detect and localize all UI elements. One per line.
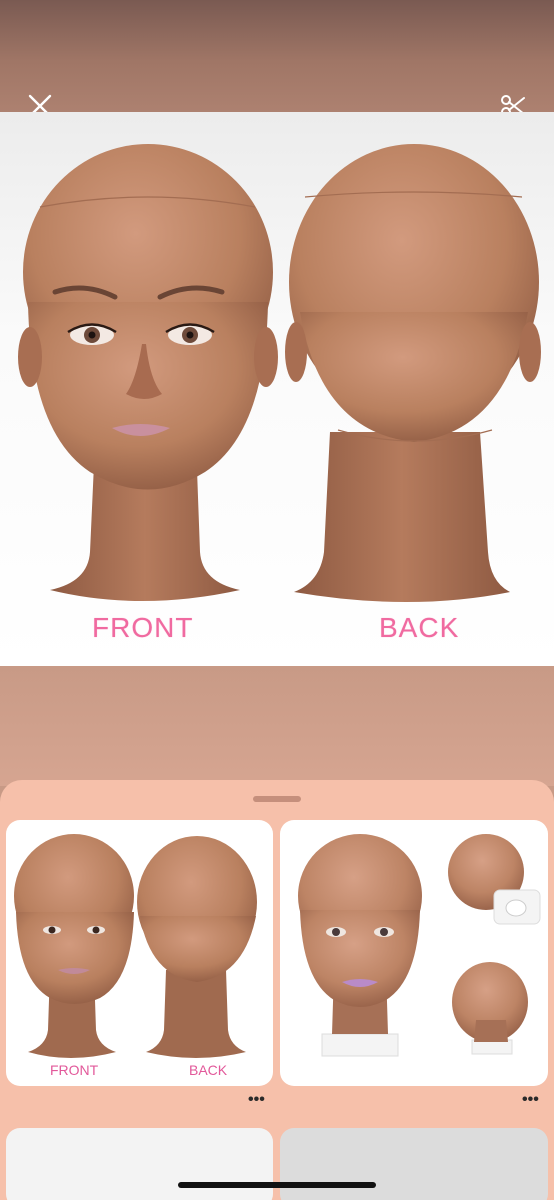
home-indicator[interactable] — [178, 1182, 376, 1188]
back-label: BACK — [379, 612, 460, 643]
visual-search-results-sheet: FRONT BACK ••• ••• — [0, 780, 554, 1200]
result-thumbnail-angles — [298, 834, 541, 1057]
mannequin-heads-illustration — [18, 144, 541, 602]
result-card[interactable] — [280, 1128, 548, 1200]
result-thumbnail-front-back — [14, 834, 257, 1058]
top-backdrop — [0, 0, 554, 112]
more-options-button[interactable]: ••• — [522, 1092, 539, 1108]
sheet-drag-handle[interactable] — [253, 796, 301, 802]
result-card[interactable] — [280, 820, 548, 1086]
front-label: FRONT — [92, 612, 194, 643]
front-head-graphic — [18, 144, 278, 601]
thumb-back-label: BACK — [189, 1062, 228, 1078]
more-options-button[interactable]: ••• — [248, 1092, 265, 1108]
product-image: FRONT BACK — [0, 112, 554, 666]
result-card[interactable] — [6, 1128, 273, 1200]
result-card[interactable]: FRONT BACK — [6, 820, 273, 1086]
backdrop-band — [0, 666, 554, 786]
thumb-front-label: FRONT — [50, 1062, 99, 1078]
back-head-graphic — [285, 144, 541, 602]
